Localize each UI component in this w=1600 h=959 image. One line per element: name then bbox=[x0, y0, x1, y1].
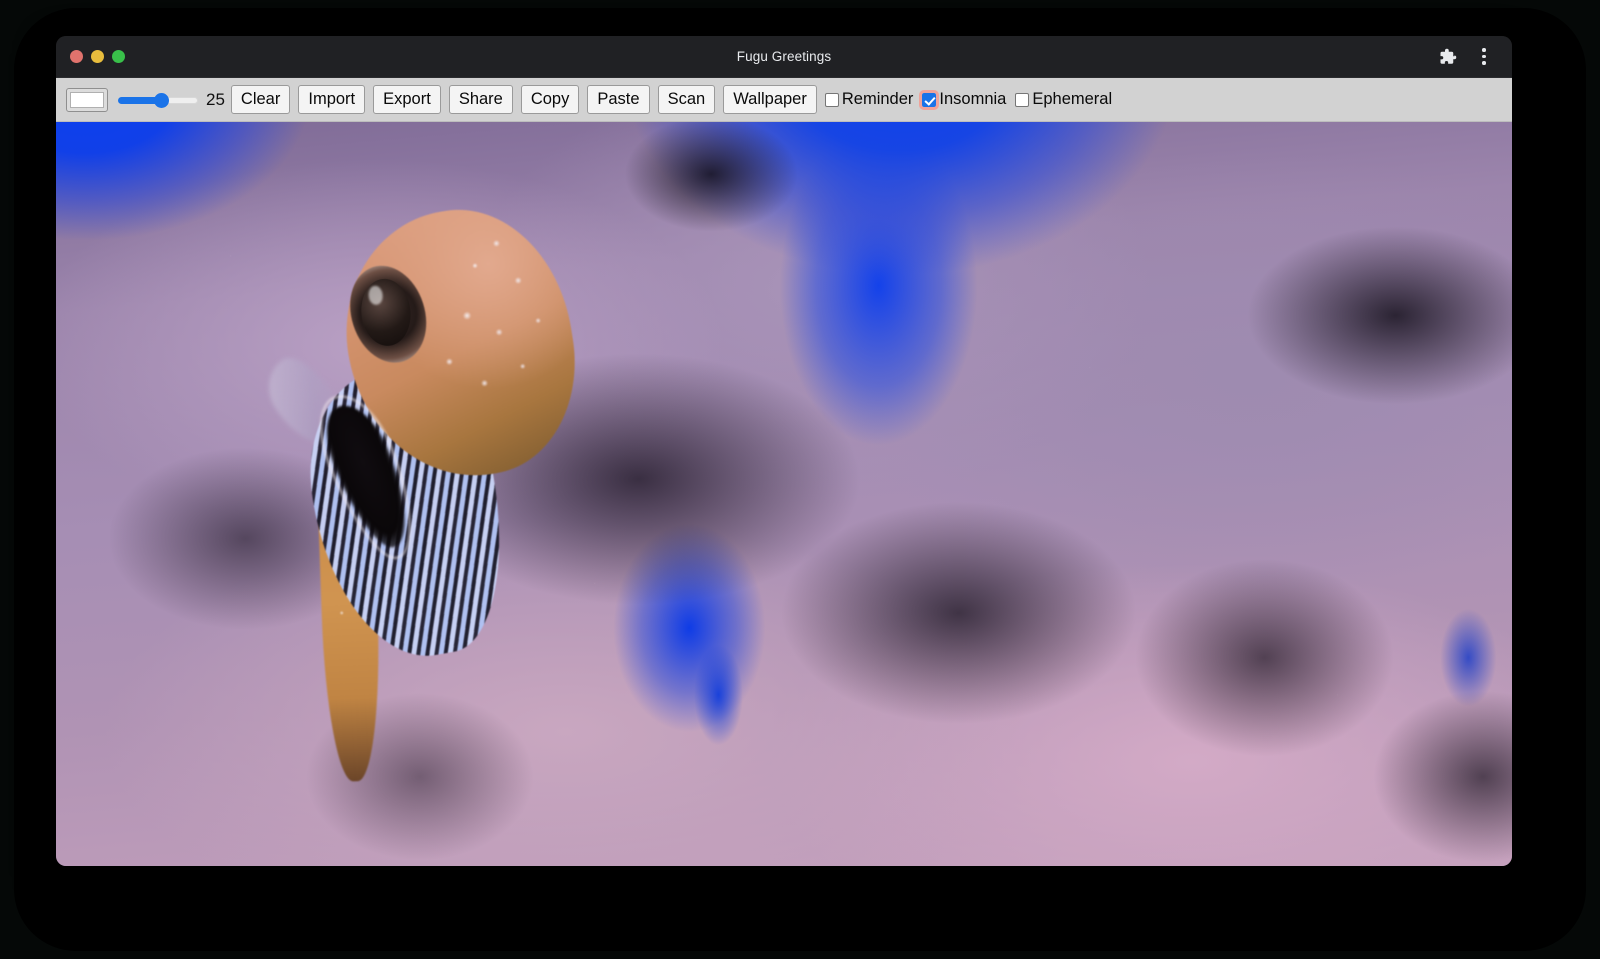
kebab-dot bbox=[1482, 55, 1486, 59]
ephemeral-checkbox-label: Ephemeral bbox=[1032, 91, 1112, 108]
title-bar-actions bbox=[1438, 47, 1512, 67]
slider-thumb[interactable] bbox=[154, 93, 169, 108]
import-button[interactable]: Import bbox=[298, 85, 365, 115]
desktop-backdrop: Fugu Greetings bbox=[0, 0, 1600, 959]
ephemeral-checkbox[interactable] bbox=[1015, 93, 1029, 107]
clear-button[interactable]: Clear bbox=[231, 85, 290, 115]
window-title: Fugu Greetings bbox=[56, 49, 1512, 64]
window-close-button[interactable] bbox=[70, 50, 83, 63]
color-picker-swatch bbox=[70, 92, 104, 108]
insomnia-checkbox-row[interactable]: Insomnia bbox=[922, 91, 1013, 108]
line-width-slider[interactable] bbox=[118, 90, 198, 110]
kebab-dot bbox=[1482, 48, 1486, 52]
app-toolbar: 25 Clear Import Export Share Copy Paste … bbox=[56, 78, 1512, 122]
slider-value-label: 25 bbox=[206, 91, 225, 108]
paste-button[interactable]: Paste bbox=[587, 85, 649, 115]
pufferfish-subject bbox=[256, 171, 664, 785]
color-picker-input[interactable] bbox=[66, 88, 108, 112]
kebab-dot bbox=[1482, 61, 1486, 65]
share-button[interactable]: Share bbox=[449, 85, 513, 115]
window-title-bar: Fugu Greetings bbox=[56, 36, 1512, 78]
browser-window: Fugu Greetings bbox=[56, 36, 1512, 866]
ephemeral-checkbox-row[interactable]: Ephemeral bbox=[1015, 91, 1119, 108]
insomnia-checkbox[interactable] bbox=[922, 93, 936, 107]
reminder-checkbox-label: Reminder bbox=[842, 91, 914, 108]
reminder-checkbox-row[interactable]: Reminder bbox=[825, 91, 921, 108]
drawing-canvas[interactable] bbox=[56, 122, 1512, 866]
export-button[interactable]: Export bbox=[373, 85, 441, 115]
window-maximize-button[interactable] bbox=[112, 50, 125, 63]
traffic-lights bbox=[56, 50, 125, 63]
extensions-icon[interactable] bbox=[1438, 47, 1458, 67]
insomnia-checkbox-label: Insomnia bbox=[939, 91, 1006, 108]
browser-menu-icon[interactable] bbox=[1474, 47, 1494, 67]
copy-button[interactable]: Copy bbox=[521, 85, 580, 115]
reminder-checkbox[interactable] bbox=[825, 93, 839, 107]
wallpaper-button[interactable]: Wallpaper bbox=[723, 85, 817, 115]
window-minimize-button[interactable] bbox=[91, 50, 104, 63]
scan-button[interactable]: Scan bbox=[658, 85, 716, 115]
